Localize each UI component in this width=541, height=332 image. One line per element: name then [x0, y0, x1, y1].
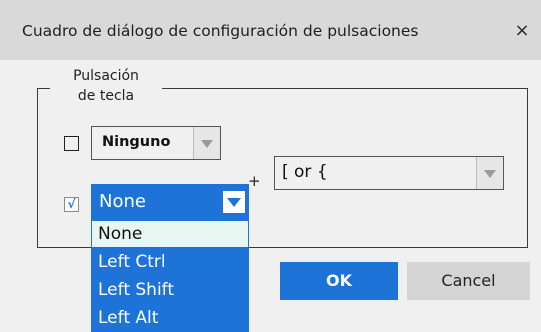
- modifier-select-1[interactable]: Ninguno: [91, 126, 221, 160]
- plus-sign: +: [248, 172, 261, 190]
- cancel-button[interactable]: Cancel: [407, 262, 530, 300]
- group-legend: Pulsación de tecla: [50, 66, 162, 106]
- key-select-value: [ or {: [282, 162, 328, 182]
- dropdown-option-left-ctrl[interactable]: Left Ctrl: [91, 248, 249, 276]
- ok-button[interactable]: OK: [280, 262, 398, 300]
- chevron-down-icon: [193, 127, 220, 159]
- modifier-checkbox-2[interactable]: √: [64, 197, 79, 212]
- key-select[interactable]: [ or {: [274, 156, 504, 190]
- group-legend-line2: de tecla: [77, 88, 135, 104]
- modifier-checkbox-1[interactable]: [64, 136, 79, 151]
- group-legend-line1: Pulsación: [73, 68, 139, 84]
- chevron-down-icon: [476, 157, 503, 189]
- dropdown-option-left-alt[interactable]: Left Alt: [91, 304, 249, 332]
- modifier-dropdown-list: None Left Ctrl Left Shift Left Alt: [91, 220, 249, 332]
- modifier-select-2[interactable]: None: [91, 184, 249, 220]
- close-icon[interactable]: ×: [512, 20, 532, 42]
- dialog-title: Cuadro de diálogo de configuración de pu…: [22, 22, 419, 40]
- dropdown-option-none[interactable]: None: [91, 220, 249, 248]
- dialog-titlebar: Cuadro de diálogo de configuración de pu…: [0, 0, 541, 60]
- dropdown-option-left-shift[interactable]: Left Shift: [91, 276, 249, 304]
- modifier-select-2-value: None: [99, 191, 146, 212]
- chevron-down-icon: [223, 191, 245, 213]
- modifier-select-1-value: Ninguno: [102, 134, 171, 150]
